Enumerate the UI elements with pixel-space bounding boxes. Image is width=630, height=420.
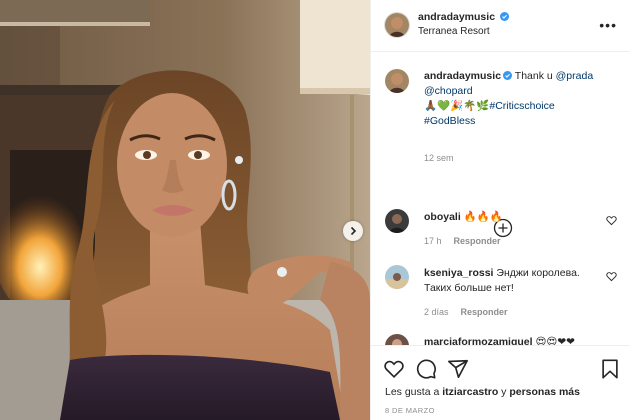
commenter-avatar-image [385, 265, 409, 289]
caption-time[interactable]: 12 sem [424, 153, 454, 163]
likes-prefix: Les gusta a [385, 386, 443, 398]
comments-list[interactable]: andradaymusic Thank u @prada @chopard 🙏🏾… [371, 53, 630, 345]
post-actions: Les gusta a itziarcastro y personas más … [371, 345, 630, 420]
comment-username[interactable]: oboyali [424, 211, 461, 223]
post-details-panel: andradaymusic Terranea Resort ••• andrad… [370, 0, 630, 420]
comment-username[interactable]: kseniya_rossi [424, 267, 493, 279]
portrait-image [0, 0, 370, 420]
hashtag-criticschoice[interactable]: #Criticschoice [489, 100, 554, 112]
comment-username[interactable]: marciaformozamiguel [424, 336, 533, 345]
caption-avatar-image [385, 69, 409, 93]
likes-summary: Les gusta a itziarcastro y personas más [385, 386, 580, 398]
caption-username[interactable]: andradaymusic [424, 70, 501, 82]
comment-icon[interactable] [415, 358, 437, 380]
post-photo[interactable] [0, 0, 370, 420]
author-username[interactable]: andradaymusic [418, 11, 495, 23]
likes-user[interactable]: itziarcastro [442, 386, 498, 398]
likes-middle: y [498, 386, 510, 398]
next-photo-button[interactable] [343, 221, 363, 241]
heart-icon[interactable] [383, 358, 405, 380]
reply-button[interactable]: Responder [454, 236, 501, 246]
caption-prefix: Thank u [514, 70, 556, 82]
bookmark-icon[interactable] [599, 358, 621, 380]
comment-item: marciaformozamiguel 😍😍❤❤ [385, 334, 621, 345]
comment-time[interactable]: 17 h [424, 236, 442, 246]
comment-text: 😍😍❤❤ [535, 336, 575, 345]
heart-icon[interactable] [606, 271, 617, 282]
commenter-avatar[interactable] [385, 209, 409, 233]
comment-time[interactable]: 2 días [424, 307, 449, 317]
mention-prada[interactable]: @prada [556, 70, 594, 82]
comment-item: kseniya_rossi Энджи королева. Таких боль… [385, 265, 621, 325]
hashtag-godbless[interactable]: #GodBless [424, 115, 475, 127]
heart-icon[interactable] [606, 215, 617, 226]
commenter-avatar[interactable] [385, 265, 409, 289]
caption-emojis: 🙏🏾💚🎉🌴🌿 [424, 100, 490, 112]
chevron-right-icon [350, 226, 357, 236]
caption-text: andradaymusic Thank u @prada @chopard 🙏🏾… [424, 69, 596, 129]
mention-chopard[interactable]: @chopard [424, 85, 473, 97]
reply-button[interactable]: Responder [461, 307, 508, 317]
post-location[interactable]: Terranea Resort [418, 26, 490, 37]
comment-text: 🔥🔥🔥 [463, 211, 503, 223]
more-options-icon[interactable]: ••• [599, 17, 617, 33]
verified-badge-icon [499, 12, 509, 21]
commenter-avatar-image [385, 209, 409, 233]
caption-avatar[interactable] [385, 69, 409, 93]
likes-others[interactable]: personas más [509, 386, 580, 398]
post-header: andradaymusic Terranea Resort ••• [371, 0, 630, 52]
post-caption: andradaymusic Thank u @prada @chopard 🙏🏾… [385, 69, 621, 163]
comment-item: oboyali 🔥🔥🔥 17 h Responder [385, 209, 621, 254]
author-avatar-image [385, 13, 409, 37]
verified-badge-icon [503, 71, 513, 80]
commenter-avatar-image [385, 334, 409, 345]
post-date[interactable]: 8 DE MARZO [385, 406, 435, 415]
commenter-avatar[interactable] [385, 334, 409, 345]
share-icon[interactable] [447, 358, 469, 380]
author-avatar[interactable] [385, 13, 409, 37]
